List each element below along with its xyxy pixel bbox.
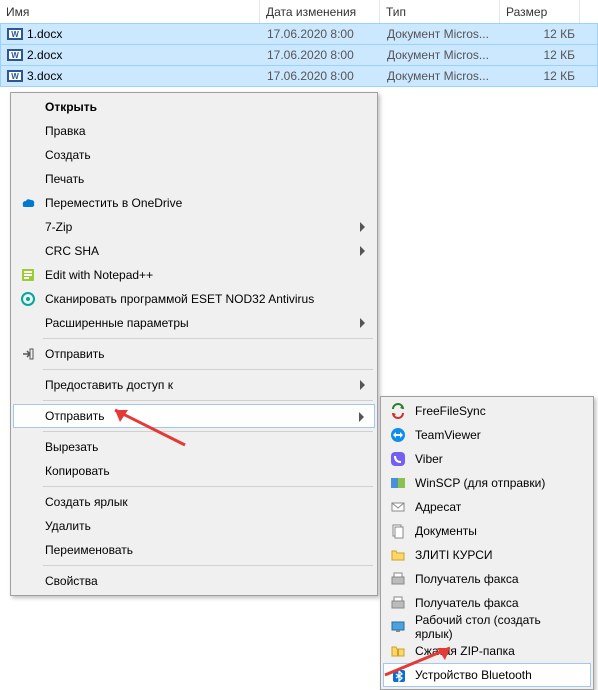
menu-edit[interactable]: Правка [13, 119, 375, 143]
file-name: 2.docx [27, 48, 62, 62]
menu-crcsha[interactable]: CRC SHA [13, 239, 375, 263]
submenu-teamviewer[interactable]: TeamViewer [383, 423, 591, 447]
file-date: 17.06.2020 8:00 [261, 45, 381, 65]
menu-separator [43, 338, 373, 339]
menu-share[interactable]: Отправить [13, 342, 375, 366]
file-name: 3.docx [27, 69, 62, 83]
file-list: W 1.docx 17.06.2020 8:00 Документ Micros… [0, 23, 598, 87]
menu-open[interactable]: Открыть [13, 95, 375, 119]
column-headers: Имя Дата изменения Тип Размер [0, 0, 598, 24]
svg-text:W: W [11, 51, 19, 60]
fax-icon [389, 594, 407, 612]
menu-7zip[interactable]: 7-Zip [13, 215, 375, 239]
submenu-freefilesync[interactable]: FreeFileSync [383, 399, 591, 423]
submenu-documents[interactable]: Документы [383, 519, 591, 543]
word-icon: W [7, 26, 23, 42]
menu-separator [43, 486, 373, 487]
menu-cut[interactable]: Вырезать [13, 435, 375, 459]
chevron-right-icon [359, 412, 364, 422]
file-row[interactable]: W 3.docx 17.06.2020 8:00 Документ Micros… [0, 65, 598, 87]
menu-separator [43, 369, 373, 370]
file-type: Документ Micros... [381, 24, 501, 44]
context-menu: Открыть Правка Создать Печать Переместит… [10, 92, 378, 596]
menu-create[interactable]: Создать [13, 143, 375, 167]
menu-copy[interactable]: Копировать [13, 459, 375, 483]
menu-print[interactable]: Печать [13, 167, 375, 191]
menu-onedrive[interactable]: Переместить в OneDrive [13, 191, 375, 215]
submenu-addressee[interactable]: Адресат [383, 495, 591, 519]
menu-eset-ext[interactable]: Расширенные параметры [13, 311, 375, 335]
header-name[interactable]: Имя [0, 0, 260, 23]
menu-properties[interactable]: Свойства [13, 569, 375, 593]
submenu-zliti[interactable]: ЗЛИТІ КУРСИ [383, 543, 591, 567]
file-type: Документ Micros... [381, 45, 501, 65]
file-size: 12 КБ [501, 45, 581, 65]
bluetooth-icon [390, 667, 408, 685]
submenu-desktop[interactable]: Рабочий стол (создать ярлык) [383, 615, 591, 639]
share-icon [19, 345, 37, 363]
menu-delete[interactable]: Удалить [13, 514, 375, 538]
file-size: 12 КБ [501, 66, 581, 86]
eset-icon [19, 290, 37, 308]
svg-text:W: W [11, 30, 19, 39]
menu-rename[interactable]: Переименовать [13, 538, 375, 562]
menu-separator [43, 565, 373, 566]
header-type[interactable]: Тип [380, 0, 500, 23]
teamviewer-icon [389, 426, 407, 444]
desktop-icon [389, 618, 407, 636]
submenu-fax[interactable]: Получатель факса [383, 567, 591, 591]
word-icon: W [7, 47, 23, 63]
submenu-bluetooth[interactable]: Устройство Bluetooth [383, 663, 591, 687]
svg-text:W: W [11, 72, 19, 81]
zip-icon [389, 642, 407, 660]
fax-icon [389, 570, 407, 588]
documents-icon [389, 522, 407, 540]
header-date[interactable]: Дата изменения [260, 0, 380, 23]
mail-icon [389, 498, 407, 516]
chevron-right-icon [360, 246, 365, 256]
chevron-right-icon [360, 318, 365, 328]
submenu-winscp[interactable]: WinSCP (для отправки) [383, 471, 591, 495]
submenu-zip[interactable]: Сжатая ZIP-папка [383, 639, 591, 663]
word-icon: W [7, 68, 23, 84]
winscp-icon [389, 474, 407, 492]
menu-separator [43, 400, 373, 401]
menu-eset-scan[interactable]: Сканировать программой ESET NOD32 Antivi… [13, 287, 375, 311]
viber-icon [389, 450, 407, 468]
freefilesync-icon [389, 402, 407, 420]
chevron-right-icon [360, 380, 365, 390]
file-row[interactable]: W 2.docx 17.06.2020 8:00 Документ Micros… [0, 44, 598, 66]
send-to-submenu: FreeFileSync TeamViewer Viber WinSCP (дл… [380, 396, 594, 690]
menu-grant-access[interactable]: Предоставить доступ к [13, 373, 375, 397]
file-date: 17.06.2020 8:00 [261, 24, 381, 44]
file-size: 12 КБ [501, 24, 581, 44]
file-type: Документ Micros... [381, 66, 501, 86]
notepadpp-icon [19, 266, 37, 284]
chevron-right-icon [360, 222, 365, 232]
submenu-viber[interactable]: Viber [383, 447, 591, 471]
file-row[interactable]: W 1.docx 17.06.2020 8:00 Документ Micros… [0, 23, 598, 45]
file-date: 17.06.2020 8:00 [261, 66, 381, 86]
file-name: 1.docx [27, 27, 62, 41]
menu-send-to[interactable]: Отправить [13, 404, 375, 428]
menu-notepadpp[interactable]: Edit with Notepad++ [13, 263, 375, 287]
folder-icon [389, 546, 407, 564]
menu-create-shortcut[interactable]: Создать ярлык [13, 490, 375, 514]
header-size[interactable]: Размер [500, 0, 580, 23]
onedrive-icon [19, 194, 37, 212]
submenu-fax[interactable]: Получатель факса [383, 591, 591, 615]
menu-separator [43, 431, 373, 432]
